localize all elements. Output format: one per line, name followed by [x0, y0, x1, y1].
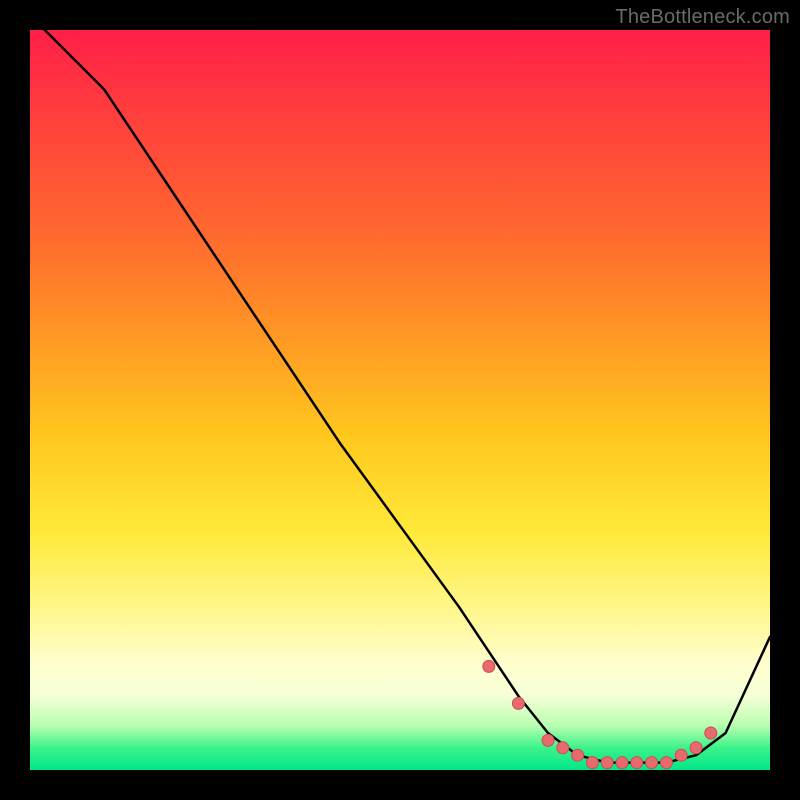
curve-marker — [705, 727, 717, 739]
curve-layer — [30, 30, 770, 770]
curve-marker — [572, 749, 584, 761]
marker-group — [483, 660, 717, 768]
curve-marker — [601, 757, 613, 769]
curve-marker — [483, 660, 495, 672]
curve-marker — [616, 757, 628, 769]
bottleneck-curve — [45, 30, 770, 763]
plot-area — [30, 30, 770, 770]
curve-marker — [675, 749, 687, 761]
curve-marker — [586, 757, 598, 769]
curve-marker — [690, 742, 702, 754]
chart-frame: TheBottleneck.com — [0, 0, 800, 800]
curve-marker — [557, 742, 569, 754]
curve-marker — [631, 757, 643, 769]
curve-marker — [660, 757, 672, 769]
curve-marker — [512, 697, 524, 709]
curve-marker — [542, 734, 554, 746]
watermark-text: TheBottleneck.com — [615, 6, 790, 29]
curve-marker — [646, 757, 658, 769]
